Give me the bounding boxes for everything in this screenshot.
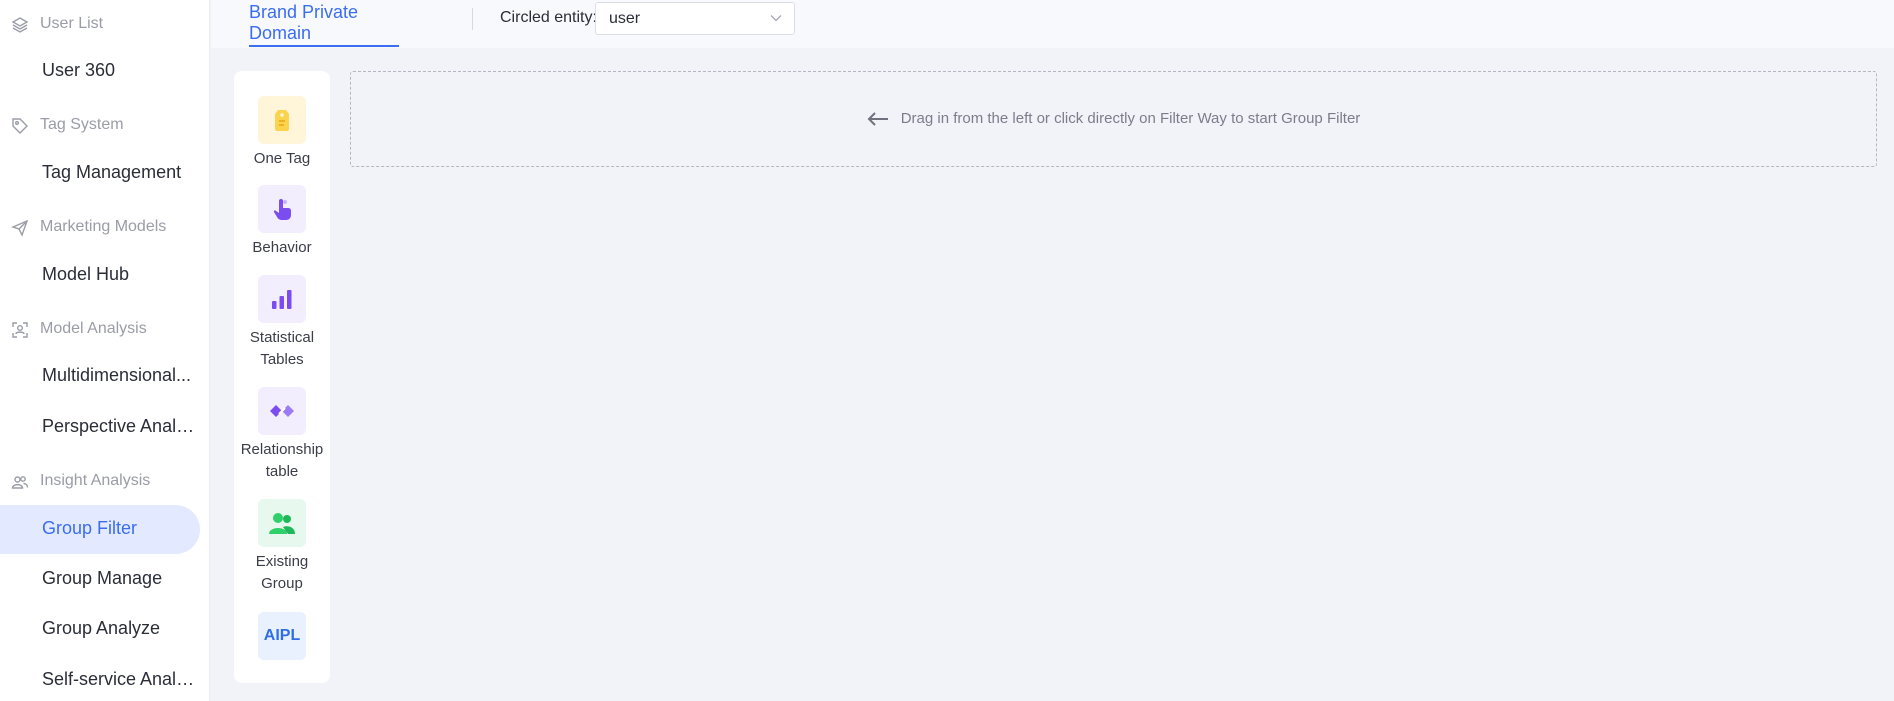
aipl-icon-box: AIPL bbox=[258, 612, 306, 660]
filter-way-label: One Tag bbox=[253, 150, 311, 167]
sidebar-group-insight-analysis: Insight Analysis bbox=[0, 467, 210, 497]
tag-icon bbox=[275, 110, 289, 131]
sidebar-group-title: Marketing Models bbox=[40, 218, 167, 235]
sidebar-item-self-service-analysis[interactable]: Self-service Analy... bbox=[0, 656, 200, 701]
arrow-left-icon bbox=[867, 111, 888, 126]
sidebar-item-label: Group Analyze bbox=[42, 618, 161, 638]
users-icon bbox=[11, 476, 29, 489]
send-icon bbox=[11, 219, 29, 237]
dropzone-hint-text: Drag in from the left or click directly … bbox=[900, 110, 1361, 127]
group-icon bbox=[269, 513, 295, 534]
sidebar-item-label: Tag Management bbox=[42, 162, 182, 182]
sidebar-item-label: Group Manage bbox=[42, 568, 163, 588]
sidebar-group-title: User List bbox=[40, 15, 104, 32]
behavior-icon-box bbox=[258, 185, 306, 233]
user-scan-icon bbox=[12, 322, 28, 338]
filter-way-label: Statistical Tables bbox=[249, 329, 315, 368]
filter-way-relationship-table[interactable]: Relationship table bbox=[234, 387, 330, 483]
relationship-table-icon-box bbox=[258, 387, 306, 435]
sidebar-group-title: Tag System bbox=[40, 116, 124, 133]
app-root: User List User 360 Tag System Tag Manage… bbox=[0, 0, 1894, 701]
chevron-down-icon bbox=[770, 15, 782, 22]
sidebar-item-perspective-analysis[interactable]: Perspective Analy... bbox=[0, 403, 200, 452]
top-bar: Brand Private Domain Circled entity: use… bbox=[211, 0, 1894, 48]
circled-entity-select[interactable]: user bbox=[595, 2, 795, 35]
sidebar-item-group-filter[interactable]: Group Filter bbox=[0, 505, 200, 554]
filter-way-existing-group[interactable]: Existing Group bbox=[234, 499, 330, 595]
filter-way-label: Behavior bbox=[252, 239, 312, 256]
sidebar: User List User 360 Tag System Tag Manage… bbox=[0, 0, 210, 701]
sidebar-item-model-hub[interactable]: Model Hub bbox=[0, 251, 200, 300]
statistical-tables-icon-box bbox=[258, 275, 306, 323]
layers-icon bbox=[11, 17, 29, 33]
existing-group-icon-box bbox=[258, 499, 306, 547]
sidebar-item-multidimensional[interactable]: Multidimensional... bbox=[0, 352, 200, 401]
tag-icon bbox=[12, 118, 28, 134]
filter-way-statistical-tables[interactable]: Statistical Tables bbox=[234, 275, 330, 371]
sidebar-item-tag-management[interactable]: Tag Management bbox=[0, 149, 200, 198]
aipl-icon: AIPL bbox=[263, 627, 301, 644]
sidebar-item-label: Perspective Analy... bbox=[42, 416, 198, 436]
sidebar-item-label: Self-service Analy... bbox=[42, 669, 198, 689]
filter-way-label: Existing Group bbox=[255, 553, 309, 592]
filter-way-label: Relationship table bbox=[240, 441, 324, 480]
relationship-icon bbox=[270, 405, 294, 417]
sidebar-item-user-360[interactable]: User 360 bbox=[0, 47, 200, 96]
sidebar-group-marketing-models: Marketing Models bbox=[0, 213, 210, 243]
hand-pointer-icon bbox=[273, 199, 291, 220]
filter-way-aipl[interactable]: AIPL bbox=[234, 612, 330, 664]
filter-way-one-tag[interactable]: One Tag bbox=[234, 96, 330, 170]
selected-entity-value: user bbox=[609, 10, 641, 27]
sidebar-group-title: Model Analysis bbox=[40, 320, 147, 337]
sidebar-item-group-manage[interactable]: Group Manage bbox=[0, 555, 200, 604]
dropzone-hint: Drag in from the left or click directly … bbox=[351, 110, 1876, 127]
filter-way-behavior[interactable]: Behavior bbox=[234, 185, 330, 259]
filter-way-panel: One Tag Behavior Statistical Tables Rela… bbox=[234, 71, 330, 683]
sidebar-group-model-analysis: Model Analysis bbox=[0, 315, 210, 345]
bar-chart-icon bbox=[272, 290, 292, 309]
sidebar-item-label: Model Hub bbox=[42, 264, 130, 284]
sidebar-item-label: User 360 bbox=[42, 60, 116, 80]
one-tag-icon-box bbox=[258, 96, 306, 144]
tab-brand-private-domain[interactable]: Brand Private Domain bbox=[249, 0, 399, 47]
sidebar-item-label: Group Filter bbox=[42, 518, 138, 538]
sidebar-group-user-list: User List bbox=[0, 10, 210, 40]
sidebar-item-label: Multidimensional... bbox=[42, 365, 192, 385]
sidebar-group-title: Insight Analysis bbox=[40, 472, 151, 489]
circled-entity-label: Circled entity: bbox=[500, 9, 597, 26]
sidebar-item-group-analyze[interactable]: Group Analyze bbox=[0, 605, 200, 654]
sidebar-group-tag-system: Tag System bbox=[0, 111, 210, 141]
group-filter-dropzone[interactable]: Drag in from the left or click directly … bbox=[350, 71, 1877, 167]
divider bbox=[472, 8, 473, 30]
